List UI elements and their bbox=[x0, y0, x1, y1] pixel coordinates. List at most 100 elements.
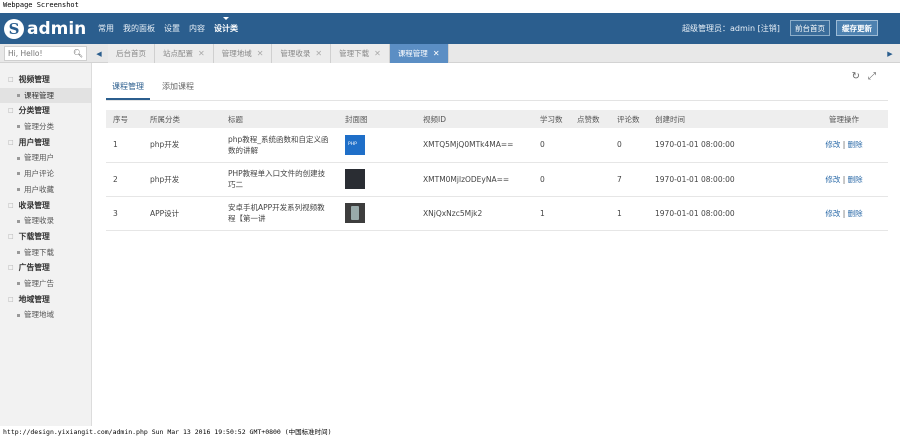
sidebar-group[interactable]: □ 视频管理 bbox=[0, 72, 91, 88]
sidebar: □ 视频管理 课程管理 □ 分类管理 管理分类 □ 用户管理 管理用户 用户评论 用户收藏 □ 收录管理… bbox=[0, 63, 92, 426]
sidebar-item[interactable]: 用户收藏 bbox=[0, 182, 91, 198]
page-tab-label: 管理收录 bbox=[280, 49, 311, 58]
sidebar-group-label: 地域管理 bbox=[18, 294, 50, 304]
group-toggle-icon: □ bbox=[8, 264, 14, 272]
sidebar-item[interactable]: 管理收录 bbox=[0, 213, 91, 229]
edit-link[interactable]: 修改 bbox=[825, 140, 840, 149]
column-header: 评论数 bbox=[610, 110, 648, 128]
delete-link[interactable]: 删除 bbox=[848, 209, 863, 218]
cell-actions: 修改 | 删除 bbox=[800, 128, 888, 163]
sidebar-item-label: 用户评论 bbox=[24, 169, 54, 179]
action-separator: | bbox=[840, 140, 848, 150]
cache-update-button[interactable]: 缓存更新 bbox=[836, 20, 878, 36]
cell-created: 1970-01-01 08:00:00 bbox=[648, 196, 800, 231]
cell-cover bbox=[338, 128, 416, 163]
cell-actions: 修改 | 删除 bbox=[800, 162, 888, 197]
column-header: 管理操作 bbox=[800, 110, 888, 128]
user-info[interactable]: 超级管理员：admin [注销] bbox=[682, 23, 780, 34]
column-header: 创建时间 bbox=[648, 110, 800, 128]
sidebar-group-label: 分类管理 bbox=[18, 106, 50, 116]
close-icon[interactable]: ✕ bbox=[374, 49, 381, 58]
logo[interactable]: S admin bbox=[4, 17, 86, 40]
sidebar-group[interactable]: □ 分类管理 bbox=[0, 103, 91, 119]
top-nav-item[interactable]: 我的面板 bbox=[123, 23, 155, 34]
search-input[interactable] bbox=[5, 47, 71, 60]
page-tab[interactable]: 管理收录 ✕ bbox=[272, 44, 332, 63]
tab-scroll-left-icon[interactable]: ◀ bbox=[93, 46, 105, 61]
sidebar-item[interactable]: 管理分类 bbox=[0, 119, 91, 135]
bullet-icon bbox=[17, 250, 20, 254]
sidebar-item[interactable]: 课程管理 bbox=[0, 87, 91, 104]
sidebar-item[interactable]: 管理用户 bbox=[0, 150, 91, 166]
content-tab[interactable]: 添加课程 bbox=[156, 78, 200, 100]
close-icon[interactable]: ✕ bbox=[433, 49, 440, 58]
front-page-button[interactable]: 前台首页 bbox=[790, 20, 830, 36]
content-tab[interactable]: 课程管理 bbox=[106, 78, 150, 100]
close-icon[interactable]: ✕ bbox=[198, 49, 205, 58]
column-header: 封面图 bbox=[338, 110, 416, 128]
edit-link[interactable]: 修改 bbox=[825, 209, 840, 218]
sidebar-item-label: 用户收藏 bbox=[24, 184, 54, 194]
cover-image[interactable] bbox=[345, 169, 365, 189]
cell-video_id: XMTQ5MjQ0MTk4MA== bbox=[416, 128, 533, 163]
page-tab[interactable]: 后台首页 bbox=[108, 44, 155, 63]
top-nav-item[interactable]: 内容 bbox=[189, 23, 205, 34]
cell-likes bbox=[570, 162, 610, 197]
cell-learn: 0 bbox=[533, 128, 570, 163]
sidebar-group[interactable]: □ 广告管理 bbox=[0, 260, 91, 276]
cell-learn: 0 bbox=[533, 162, 570, 197]
group-toggle-icon: □ bbox=[8, 76, 14, 83]
sidebar-menu: □ 视频管理 课程管理 □ 分类管理 管理分类 □ 用户管理 管理用户 用户评论 用户收藏 □ 收录管理… bbox=[0, 63, 91, 323]
sidebar-item-label: 管理下载 bbox=[24, 247, 54, 257]
table-body: 1php开发php教程_系统函数和自定义函数的讲解XMTQ5MjQ0MTk4MA… bbox=[106, 128, 888, 231]
sidebar-item[interactable]: 管理广告 bbox=[0, 276, 91, 292]
sidebar-group[interactable]: □ 用户管理 bbox=[0, 135, 91, 151]
sidebar-group[interactable]: □ 地域管理 bbox=[0, 292, 91, 308]
page-tab[interactable]: 站点配置 ✕ bbox=[155, 44, 214, 63]
close-icon[interactable]: ✕ bbox=[315, 49, 322, 58]
cell-video_id: XNjQxNzc5Mjk2 bbox=[416, 196, 533, 231]
page-tab[interactable]: 管理地域 ✕ bbox=[213, 44, 273, 63]
group-toggle-icon: □ bbox=[8, 295, 14, 303]
page-tab[interactable]: 管理下载 ✕ bbox=[331, 44, 390, 63]
cell-learn: 1 bbox=[533, 196, 570, 231]
cover-image[interactable] bbox=[345, 134, 365, 155]
cell-created: 1970-01-01 08:00:00 bbox=[648, 162, 800, 197]
sidebar-group[interactable]: □ 收录管理 bbox=[0, 198, 91, 214]
action-separator: | bbox=[840, 208, 848, 218]
page-tab[interactable]: 课程管理 ✕ bbox=[389, 44, 449, 63]
refresh-icon[interactable]: ↻ bbox=[852, 71, 860, 82]
top-nav-item[interactable]: 设置 bbox=[164, 23, 180, 34]
sidebar-group-label: 收录管理 bbox=[18, 200, 50, 210]
search-icon[interactable]: 🔍︎ bbox=[73, 49, 83, 58]
sidebar-item-label: 管理广告 bbox=[24, 278, 54, 288]
sidebar-group[interactable]: □ 下载管理 bbox=[0, 229, 91, 245]
cover-image[interactable] bbox=[345, 203, 365, 223]
top-nav: 常用 我的面板 设置 内容 设计类 bbox=[98, 13, 247, 44]
sidebar-item[interactable]: 管理下载 bbox=[0, 245, 91, 261]
cell-id: 3 bbox=[106, 196, 143, 231]
fullscreen-icon[interactable]: ⤢ bbox=[868, 71, 876, 82]
tab-scroll-right-icon[interactable]: ▶ bbox=[884, 46, 896, 61]
tab-bar: 🔍︎ ◀ 后台首页 站点配置 ✕ 管理地域 ✕ 管理收录 ✕ 管理下载 ✕ 课程管理 ✕ ▶ bbox=[0, 44, 900, 63]
logo-mark: S bbox=[4, 18, 24, 39]
top-nav-item[interactable]: 常用 bbox=[98, 23, 114, 34]
table-row: 3 APP设计 安卓手机APP开发系列视频教程【第一讲 XNjQxNzc5Mjk2 1 1… bbox=[106, 196, 888, 231]
edit-link[interactable]: 修改 bbox=[825, 175, 840, 184]
delete-link[interactable]: 删除 bbox=[848, 175, 863, 184]
content-tools: ↻ ⤢ bbox=[844, 71, 876, 82]
sidebar-item-label: 管理地域 bbox=[24, 310, 54, 320]
sidebar-item[interactable]: 管理地域 bbox=[0, 307, 91, 323]
content-tab-divider bbox=[106, 100, 888, 101]
bullet-icon bbox=[17, 94, 20, 98]
group-toggle-icon: □ bbox=[8, 201, 14, 209]
sidebar-item[interactable]: 用户评论 bbox=[0, 166, 91, 182]
top-nav-item[interactable]: 设计类 bbox=[214, 17, 238, 34]
cell-category: php开发 bbox=[143, 128, 221, 163]
sidebar-search: 🔍︎ bbox=[4, 46, 87, 61]
page-tab-label: 站点配置 bbox=[163, 49, 193, 58]
delete-link[interactable]: 删除 bbox=[848, 140, 863, 149]
close-icon[interactable]: ✕ bbox=[257, 49, 264, 58]
cell-title: 安卓手机APP开发系列视频教程【第一讲 bbox=[221, 196, 338, 231]
sidebar-group-label: 下载管理 bbox=[18, 231, 50, 241]
